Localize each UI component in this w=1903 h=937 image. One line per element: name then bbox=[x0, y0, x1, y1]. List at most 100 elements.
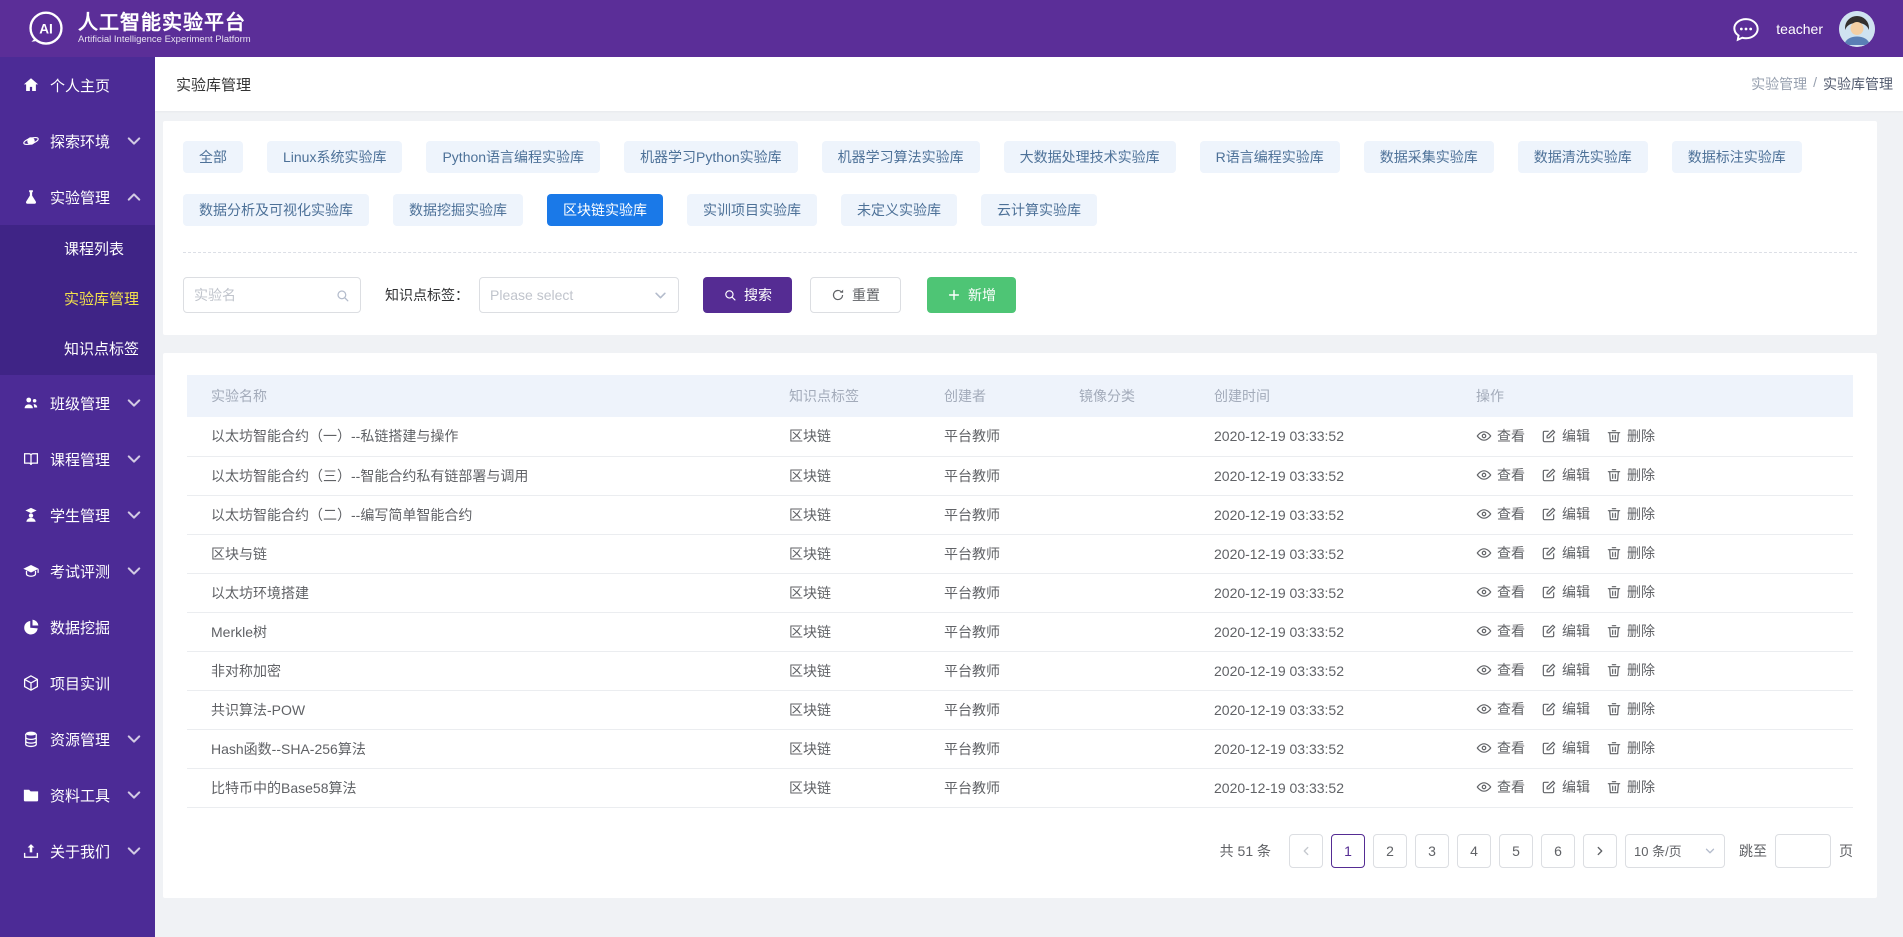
edit-action-button[interactable]: 编辑 bbox=[1541, 543, 1590, 563]
trash-action-button[interactable]: 删除 bbox=[1606, 660, 1655, 680]
edit-action-button[interactable]: 编辑 bbox=[1541, 699, 1590, 719]
trash-action-button[interactable]: 删除 bbox=[1606, 504, 1655, 524]
trash-action-button[interactable]: 删除 bbox=[1606, 699, 1655, 719]
sidebar-subitem-课程列表[interactable]: 课程列表 bbox=[0, 225, 155, 275]
filter-tag[interactable]: 全部 bbox=[183, 141, 243, 173]
pagination-page-4[interactable]: 4 bbox=[1457, 834, 1491, 868]
sidebar-item-explore[interactable]: 探索环境 bbox=[0, 113, 155, 169]
filter-tag[interactable]: 机器学习算法实验库 bbox=[822, 141, 980, 173]
eye-action-button[interactable]: 查看 bbox=[1476, 426, 1525, 446]
creator: 平台教师 bbox=[932, 456, 1067, 495]
sidebar-item-about[interactable]: 关于我们 bbox=[0, 823, 155, 879]
refresh-icon bbox=[831, 288, 845, 302]
experiment-name-field[interactable] bbox=[183, 277, 361, 313]
trash-action-button[interactable]: 删除 bbox=[1606, 543, 1655, 563]
chevron-down-icon bbox=[125, 394, 143, 412]
filter-tag[interactable]: R语言编程实验库 bbox=[1200, 141, 1340, 173]
search-button[interactable]: 搜索 bbox=[703, 277, 792, 313]
edit-action-button[interactable]: 编辑 bbox=[1541, 777, 1590, 797]
edit-action-button[interactable]: 编辑 bbox=[1541, 621, 1590, 641]
filter-tag[interactable]: Linux系统实验库 bbox=[267, 141, 402, 173]
sidebar-item-tools[interactable]: 资料工具 bbox=[0, 767, 155, 823]
sidebar-item-student[interactable]: 学生管理 bbox=[0, 487, 155, 543]
add-button[interactable]: 新增 bbox=[927, 277, 1016, 313]
eye-action-button[interactable]: 查看 bbox=[1476, 621, 1525, 641]
knowledge-tag-select[interactable]: Please select bbox=[479, 277, 679, 313]
trash-icon bbox=[1606, 623, 1622, 639]
filter-tag[interactable]: 云计算实验库 bbox=[981, 194, 1097, 226]
experiment-name: 非对称加密 bbox=[187, 651, 777, 690]
image-category bbox=[1067, 612, 1202, 651]
pagination-page-3[interactable]: 3 bbox=[1415, 834, 1449, 868]
filter-tag[interactable]: Python语言编程实验库 bbox=[426, 141, 600, 173]
trash-action-button[interactable]: 删除 bbox=[1606, 738, 1655, 758]
table-header-row: 实验名称知识点标签创建者镜像分类创建时间操作 bbox=[187, 375, 1853, 417]
jump-prefix-label: 跳至 bbox=[1739, 841, 1767, 861]
pagination-page-2[interactable]: 2 bbox=[1373, 834, 1407, 868]
breadcrumb-parent[interactable]: 实验管理 bbox=[1751, 74, 1807, 94]
filter-tag[interactable]: 实训项目实验库 bbox=[687, 194, 817, 226]
sidebar-item-datamining[interactable]: 数据挖掘 bbox=[0, 599, 155, 655]
row-actions: 查看编辑删除 bbox=[1464, 534, 1853, 573]
sidebar-item-home[interactable]: 个人主页 bbox=[0, 57, 155, 113]
sidebar-item-resource[interactable]: 资源管理 bbox=[0, 711, 155, 767]
filter-tag[interactable]: 大数据处理技术实验库 bbox=[1004, 141, 1176, 173]
action-label: 编辑 bbox=[1562, 621, 1590, 641]
eye-action-button[interactable]: 查看 bbox=[1476, 504, 1525, 524]
trash-action-button[interactable]: 删除 bbox=[1606, 777, 1655, 797]
pagination-page-5[interactable]: 5 bbox=[1499, 834, 1533, 868]
trash-action-button[interactable]: 删除 bbox=[1606, 465, 1655, 485]
eye-action-button[interactable]: 查看 bbox=[1476, 738, 1525, 758]
knowledge-tag: 区块链 bbox=[777, 456, 932, 495]
sidebar-item-exam[interactable]: 考试评测 bbox=[0, 543, 155, 599]
edit-action-button[interactable]: 编辑 bbox=[1541, 504, 1590, 524]
pagination-next-button[interactable] bbox=[1583, 834, 1617, 868]
avatar[interactable] bbox=[1839, 11, 1875, 47]
experiment-name-input[interactable] bbox=[194, 287, 314, 303]
jump-page-input[interactable] bbox=[1775, 834, 1831, 868]
messages-icon[interactable] bbox=[1732, 15, 1760, 43]
filter-tag[interactable]: 数据分析及可视化实验库 bbox=[183, 194, 369, 226]
sidebar-item-project[interactable]: 项目实训 bbox=[0, 655, 155, 711]
username[interactable]: teacher bbox=[1776, 21, 1823, 37]
edit-action-button[interactable]: 编辑 bbox=[1541, 426, 1590, 446]
sidebar-subitem-实验库管理[interactable]: 实验库管理 bbox=[0, 275, 155, 325]
edit-action-button[interactable]: 编辑 bbox=[1541, 660, 1590, 680]
eye-action-button[interactable]: 查看 bbox=[1476, 777, 1525, 797]
filter-tag[interactable]: 数据清洗实验库 bbox=[1518, 141, 1648, 173]
eye-action-button[interactable]: 查看 bbox=[1476, 660, 1525, 680]
edit-action-button[interactable]: 编辑 bbox=[1541, 738, 1590, 758]
sidebar-subitem-知识点标签[interactable]: 知识点标签 bbox=[0, 325, 155, 375]
pagination-page-1[interactable]: 1 bbox=[1331, 834, 1365, 868]
edit-action-button[interactable]: 编辑 bbox=[1541, 465, 1590, 485]
trash-action-button[interactable]: 删除 bbox=[1606, 621, 1655, 641]
eye-action-button[interactable]: 查看 bbox=[1476, 699, 1525, 719]
sidebar-item-course[interactable]: 课程管理 bbox=[0, 431, 155, 487]
trash-icon bbox=[1606, 467, 1622, 483]
filter-tag[interactable]: 区块链实验库 bbox=[547, 194, 663, 226]
experiment-name: 区块与链 bbox=[187, 534, 777, 573]
eye-action-button[interactable]: 查看 bbox=[1476, 582, 1525, 602]
app-title: 人工智能实验平台 bbox=[78, 12, 251, 34]
sidebar-item-label: 实验管理 bbox=[50, 187, 125, 208]
sidebar-item-class[interactable]: 班级管理 bbox=[0, 375, 155, 431]
sidebar-item-label: 学生管理 bbox=[50, 505, 125, 526]
trash-action-button[interactable]: 删除 bbox=[1606, 426, 1655, 446]
filter-tag[interactable]: 数据挖掘实验库 bbox=[393, 194, 523, 226]
pagination-total: 共 51 条 bbox=[1220, 841, 1271, 861]
reset-button[interactable]: 重置 bbox=[810, 277, 901, 313]
experiments-table: 实验名称知识点标签创建者镜像分类创建时间操作 以太坊智能合约（一）--私链搭建与… bbox=[187, 375, 1853, 808]
trash-action-button[interactable]: 删除 bbox=[1606, 582, 1655, 602]
filter-tag[interactable]: 未定义实验库 bbox=[841, 194, 957, 226]
page-size-select[interactable]: 10 条/页 bbox=[1625, 834, 1725, 868]
filter-tag[interactable]: 数据标注实验库 bbox=[1672, 141, 1802, 173]
edit-action-button[interactable]: 编辑 bbox=[1541, 582, 1590, 602]
eye-action-button[interactable]: 查看 bbox=[1476, 543, 1525, 563]
pagination-page-6[interactable]: 6 bbox=[1541, 834, 1575, 868]
eye-action-button[interactable]: 查看 bbox=[1476, 465, 1525, 485]
filter-tag[interactable]: 机器学习Python实验库 bbox=[624, 141, 798, 173]
sidebar-item-experiment[interactable]: 实验管理 bbox=[0, 169, 155, 225]
pagination-prev-button[interactable] bbox=[1289, 834, 1323, 868]
filter-tag[interactable]: 数据采集实验库 bbox=[1364, 141, 1494, 173]
created-time: 2020-12-19 03:33:52 bbox=[1202, 573, 1464, 612]
